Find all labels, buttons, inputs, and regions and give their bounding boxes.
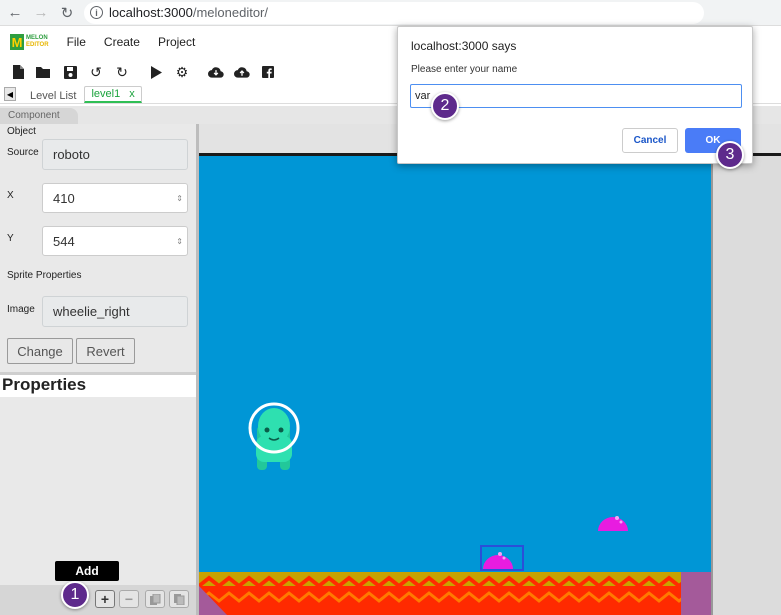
x-stepper-icon[interactable]: ⇕ [176,194,183,203]
tab-level-list[interactable]: Level List [24,89,82,103]
url-path: /meloneditor/ [192,5,268,20]
collapse-arrow-icon[interactable]: ◀ [4,87,16,101]
add-tooltip: Add [55,561,119,581]
canvas-side-area [711,156,781,615]
x-label: X [7,190,14,201]
dialog-title: localhost:3000 says [411,39,517,53]
paste-property-button[interactable] [169,590,189,608]
redo-icon[interactable]: ↻ [114,64,130,80]
lava-ground [199,572,711,615]
copy-property-button[interactable] [145,590,165,608]
save-icon[interactable] [62,64,78,80]
cloud-download-icon[interactable] [208,64,224,80]
y-value: 544 [53,233,75,249]
step-badge-3: 3 [716,141,744,169]
remove-property-button[interactable]: − [119,590,139,608]
menu-project[interactable]: Project [158,35,195,49]
image-label: Image [7,304,35,315]
sprite-properties-title: Sprite Properties [7,270,82,281]
tab-component[interactable]: Component [0,108,78,124]
object-panel: Object Source roboto X 410 ⇕ Y 544 ⇕ Spr… [0,124,196,615]
player-astronaut[interactable] [248,402,300,470]
properties-title: Properties [0,375,196,397]
cloud-upload-icon[interactable] [234,64,250,80]
undo-icon[interactable]: ↺ [88,64,104,80]
y-stepper-icon[interactable]: ⇕ [176,237,183,246]
logo-text: MELON EDITOR [26,35,49,48]
screen: ← → ↻ i localhost:3000/meloneditor/ M ME… [0,0,781,615]
name-input[interactable] [410,84,742,108]
level-canvas[interactable] [199,156,711,615]
level-scene [199,402,711,615]
source-label: Source [7,147,39,158]
address-bar[interactable]: i localhost:3000/meloneditor/ [84,1,704,24]
tab-level1-label: level1 [91,88,121,100]
reload-icon[interactable]: ↻ [56,2,78,24]
info-icon[interactable]: i [90,6,103,19]
new-file-icon[interactable] [10,64,26,80]
step-badge-2: 2 [431,92,459,120]
cancel-button[interactable]: Cancel [622,128,678,153]
x-field[interactable]: 410 ⇕ [42,183,188,213]
back-icon[interactable]: ← [4,2,26,24]
browser-bar: ← → ↻ i localhost:3000/meloneditor/ [0,0,781,26]
step-badge-1: 1 [61,581,89,609]
image-field: wheelie_right [42,296,188,327]
facebook-icon[interactable] [260,64,276,80]
menu-file[interactable]: File [67,35,86,49]
change-button[interactable]: Change [7,338,73,364]
slime-enemy[interactable] [598,516,628,531]
melon-logo: M MELON EDITOR [10,34,49,50]
open-folder-icon[interactable] [36,64,52,80]
forward-icon[interactable]: → [30,2,52,24]
tab-level1[interactable]: level1 x [84,86,142,103]
x-value: 410 [53,190,75,206]
url-host: localhost:3000 [109,5,193,20]
y-label: Y [7,233,14,244]
logo-mark-icon: M [10,34,24,50]
selected-object[interactable] [480,545,524,571]
settings-gear-icon[interactable]: ⚙ [174,64,190,80]
revert-button[interactable]: Revert [76,338,135,364]
object-section-title: Object [7,126,36,137]
dialog-message: Please enter your name [411,64,518,75]
play-icon[interactable] [148,64,164,80]
y-field[interactable]: 544 ⇕ [42,226,188,256]
tab-close-icon[interactable]: x [129,88,135,100]
add-property-button[interactable]: + [95,590,115,608]
menu-create[interactable]: Create [104,35,140,49]
source-field: roboto [42,139,188,170]
